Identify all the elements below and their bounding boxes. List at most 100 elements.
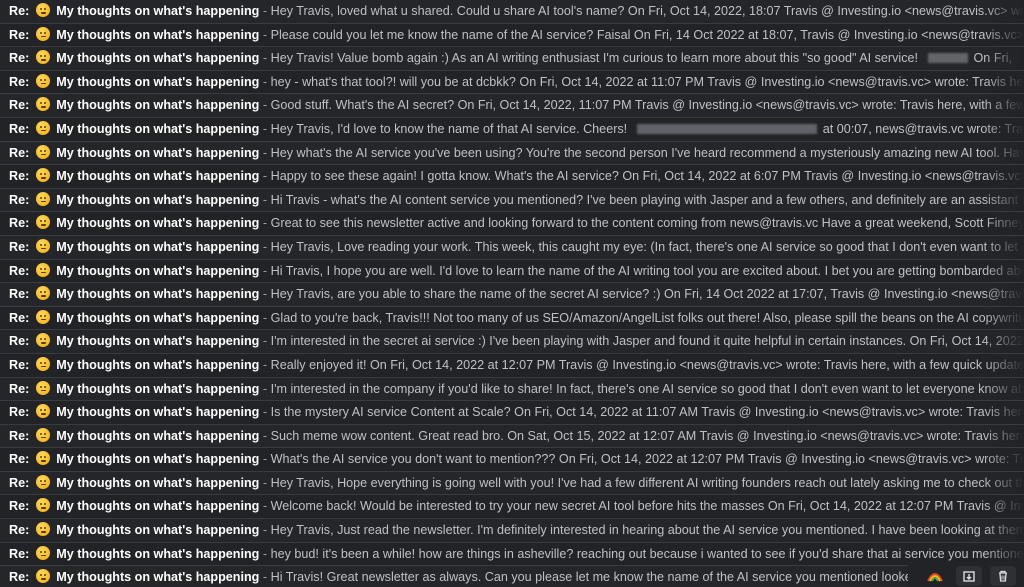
- archive-icon[interactable]: [956, 565, 982, 586]
- subject-separator: -: [262, 546, 271, 561]
- email-snippet: Hey Travis! Value bomb again :) As an AI…: [270, 51, 919, 66]
- subject-separator: -: [262, 51, 271, 66]
- redacted-text: [927, 53, 968, 64]
- email-row[interactable]: Re: My thoughts on what's happening - Gr…: [0, 212, 1024, 236]
- email-row[interactable]: Re: My thoughts on what's happening - He…: [0, 47, 1024, 71]
- email-snippet: Glad to you're back, Travis!!! Not too m…: [270, 310, 1024, 325]
- subject-separator: -: [262, 499, 271, 514]
- subject-title: My thoughts on what's happening: [56, 51, 260, 66]
- email-row[interactable]: Re: My thoughts on what's happening - He…: [0, 0, 1024, 24]
- email-snippet: Please could you let me know the name of…: [270, 27, 1024, 42]
- email-row[interactable]: Re: My thoughts on what's happening - Hi…: [0, 188, 1024, 213]
- email-row[interactable]: Re: My thoughts on what's happening - he…: [0, 70, 1024, 95]
- subject-title: My thoughts on what's happening: [56, 381, 260, 396]
- subject-prefix: Re:: [9, 452, 30, 467]
- email-snippet: Hey Travis, I'd love to know the name of…: [270, 121, 628, 136]
- subject-title: My thoughts on what's happening: [56, 4, 260, 18]
- subject-separator: -: [262, 169, 271, 184]
- email-row[interactable]: Re: My thoughts on what's happening - He…: [0, 141, 1024, 166]
- email-snippet: Hi Travis, I hope you are well. I'd love…: [270, 263, 1024, 278]
- email-row[interactable]: Re: My thoughts on what's happening - Hi…: [0, 566, 1024, 587]
- subject-title: My thoughts on what's happening: [56, 570, 260, 585]
- subject-prefix: Re:: [9, 287, 30, 302]
- email-snippet: Happy to see these again! I gotta know. …: [270, 169, 1024, 184]
- subject-prefix: Re:: [9, 428, 30, 443]
- subject-prefix: Re:: [9, 216, 30, 231]
- email-row[interactable]: Re: My thoughts on what's happening - He…: [0, 283, 1024, 307]
- email-snippet: I'm interested in the secret ai service …: [270, 334, 1024, 349]
- email-row[interactable]: Re: My thoughts on what's happening - Is…: [0, 401, 1024, 425]
- thinking-face-icon: [35, 215, 50, 230]
- subject-title: My thoughts on what's happening: [56, 216, 260, 231]
- subject-title: My thoughts on what's happening: [56, 357, 260, 372]
- email-snippet: Great to see this newsletter active and …: [270, 216, 1024, 231]
- email-row[interactable]: Re: My thoughts on what's happening - I'…: [0, 330, 1024, 354]
- subject-title: My thoughts on what's happening: [56, 121, 260, 136]
- subject-title: My thoughts on what's happening: [56, 499, 260, 514]
- thinking-face-icon: [35, 262, 50, 277]
- subject-prefix: Re:: [9, 4, 30, 18]
- thinking-face-icon: [35, 238, 50, 253]
- email-row[interactable]: Re: My thoughts on what's happening - Re…: [0, 353, 1024, 378]
- subject-prefix: Re:: [9, 570, 30, 585]
- thinking-face-icon: [35, 73, 50, 88]
- thinking-face-icon: [35, 333, 50, 348]
- email-row[interactable]: Re: My thoughts on what's happening - He…: [0, 117, 1024, 142]
- subject-separator: -: [262, 523, 271, 538]
- email-snippet: What's the AI service you don't want to …: [270, 452, 1024, 467]
- subject-separator: -: [262, 452, 271, 467]
- email-snippet: Hey Travis, are you able to share the na…: [270, 287, 1024, 302]
- email-row[interactable]: Re: My thoughts on what's happening - Wh…: [0, 448, 1024, 472]
- subject-title: My thoughts on what's happening: [56, 145, 260, 160]
- thinking-face-icon: [35, 97, 50, 112]
- subject-separator: -: [262, 98, 271, 113]
- email-row[interactable]: Re: My thoughts on what's happening - He…: [0, 471, 1024, 496]
- email-row[interactable]: Re: My thoughts on what's happening - Gl…: [0, 306, 1024, 331]
- email-snippet: Is the mystery AI service Content at Sca…: [270, 405, 1024, 420]
- thinking-face-icon: [35, 427, 50, 442]
- subject-prefix: Re:: [9, 499, 30, 514]
- row-hover-toolbar: [908, 564, 1024, 587]
- email-snippet: I'm interested in the company if you'd l…: [270, 381, 1024, 396]
- email-snippet: hey - what's that tool?! will you be at …: [270, 74, 1024, 89]
- email-snippet: Really enjoyed it! On Fri, Oct 14, 2022 …: [270, 357, 1024, 372]
- subject-prefix: Re:: [9, 357, 30, 372]
- thinking-face-icon: [35, 120, 50, 135]
- subject-prefix: Re:: [9, 169, 30, 184]
- subject-prefix: Re:: [9, 121, 30, 136]
- subject-title: My thoughts on what's happening: [56, 287, 260, 302]
- subject-prefix: Re:: [9, 475, 30, 490]
- subject-title: My thoughts on what's happening: [56, 263, 260, 278]
- email-row[interactable]: Re: My thoughts on what's happening - I'…: [0, 377, 1024, 402]
- email-snippet: Hey Travis, Just read the newsletter. I'…: [270, 523, 1024, 538]
- subject-separator: -: [262, 74, 271, 89]
- subject-prefix: Re:: [9, 546, 30, 561]
- thinking-face-icon: [35, 50, 50, 65]
- trash-icon[interactable]: [990, 565, 1016, 586]
- subject-separator: -: [262, 428, 271, 443]
- thinking-face-icon: [35, 144, 50, 159]
- email-row[interactable]: Re: My thoughts on what's happening - He…: [0, 235, 1024, 260]
- email-row[interactable]: Re: My thoughts on what's happening - Go…: [0, 94, 1024, 118]
- email-row[interactable]: Re: My thoughts on what's happening - Pl…: [0, 23, 1024, 48]
- thinking-face-icon: [35, 451, 50, 466]
- subject-title: My thoughts on what's happening: [56, 428, 260, 443]
- email-row[interactable]: Re: My thoughts on what's happening - he…: [0, 542, 1024, 567]
- email-snippet-tail: On Fri,: [973, 51, 1012, 66]
- email-row[interactable]: Re: My thoughts on what's happening - He…: [0, 519, 1024, 543]
- thinking-face-icon: [35, 380, 50, 395]
- email-row[interactable]: Re: My thoughts on what's happening - Hi…: [0, 259, 1024, 284]
- email-snippet: Hey Travis, Love reading your work. This…: [270, 239, 1024, 254]
- email-row[interactable]: Re: My thoughts on what's happening - Ha…: [0, 165, 1024, 189]
- subject-separator: -: [262, 192, 271, 207]
- subject-title: My thoughts on what's happening: [56, 98, 260, 113]
- subject-prefix: Re:: [9, 263, 30, 278]
- colorful-app-icon[interactable]: [922, 566, 948, 586]
- email-row[interactable]: Re: My thoughts on what's happening - Su…: [0, 424, 1024, 449]
- subject-title: My thoughts on what's happening: [56, 310, 260, 325]
- subject-separator: -: [262, 263, 271, 278]
- subject-prefix: Re:: [9, 310, 30, 325]
- subject-separator: -: [262, 27, 271, 42]
- thinking-face-icon: [35, 474, 50, 489]
- email-row[interactable]: Re: My thoughts on what's happening - We…: [0, 495, 1024, 520]
